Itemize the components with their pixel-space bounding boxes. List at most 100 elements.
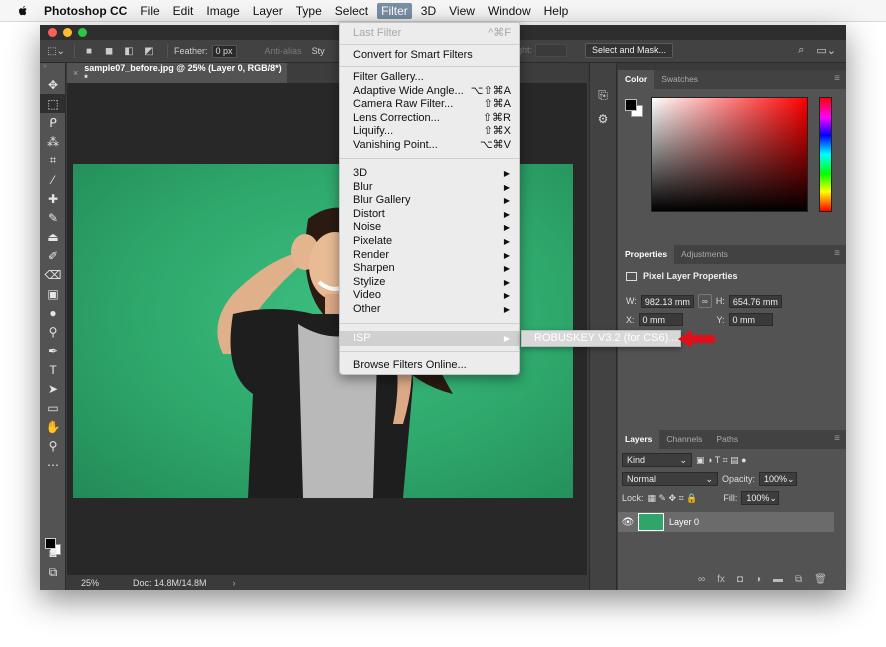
move-tool-icon[interactable]: ✥ <box>40 75 66 94</box>
adjustment-layer-icon[interactable]: ◑ <box>755 574 761 585</box>
workspace-icon[interactable]: ▭⌄ <box>816 44 836 57</box>
menu-item-stylize[interactable]: Stylize ▶ <box>340 276 519 289</box>
menu-item-liquify[interactable]: Liquify... ⇧⌘X <box>340 125 519 138</box>
lock-icons[interactable]: ▦ ✎ ✥ ⌗ 🔒 <box>648 493 698 504</box>
menu-item-video[interactable]: Video ▶ <box>340 289 519 302</box>
gradient-tool-icon[interactable]: ▣ <box>40 284 66 303</box>
intersect-selection-icon[interactable]: ◩ <box>141 44 157 58</box>
menu-view[interactable]: View <box>449 4 475 18</box>
fx-icon[interactable]: fx <box>717 574 725 585</box>
anti-alias-checkbox[interactable]: Anti-alias <box>265 46 302 56</box>
fill-field[interactable]: 100% ⌄ <box>741 491 780 505</box>
status-menu-icon[interactable]: › <box>233 578 236 588</box>
tab-color[interactable]: Color <box>618 70 655 89</box>
kind-filter-select[interactable]: Kind ⌄ <box>622 453 692 467</box>
menu-item-other[interactable]: Other ▶ <box>340 303 519 316</box>
menu-3d[interactable]: 3D <box>421 4 436 18</box>
height-input[interactable] <box>535 44 567 57</box>
menu-filter[interactable]: Filter <box>377 2 412 19</box>
new-group-icon[interactable]: ▬ <box>773 574 783 585</box>
marquee-preset-icon[interactable]: ⬚⌄ <box>47 44 65 58</box>
tab-adjustments[interactable]: Adjustments <box>674 245 735 264</box>
hue-slider[interactable] <box>819 97 832 212</box>
menu-item-render[interactable]: Render ▶ <box>340 249 519 262</box>
menu-image[interactable]: Image <box>206 4 239 18</box>
select-and-mask-button[interactable]: Select and Mask... <box>585 43 674 58</box>
panel-menu-icon[interactable]: ≡ <box>834 433 840 444</box>
screen-mode-icon[interactable]: ⧉ <box>40 563 66 582</box>
marquee-tool-icon[interactable]: ⬚ <box>40 94 66 113</box>
zoom-tool-icon[interactable]: ⚲ <box>40 436 66 455</box>
menu-item-filter-gallery[interactable]: Filter Gallery... <box>340 71 519 84</box>
blend-mode-select[interactable]: Normal ⌄ <box>622 472 718 486</box>
trash-icon[interactable]: 🗑 <box>814 574 827 585</box>
quick-mask-icon[interactable]: ◙ <box>40 543 66 562</box>
menu-item-sharpen[interactable]: Sharpen ▶ <box>340 262 519 275</box>
path-selection-icon[interactable]: ➤ <box>40 379 66 398</box>
menu-item-convert-smart-filters[interactable]: Convert for Smart Filters <box>340 49 519 62</box>
height-field[interactable]: 654.76 mm <box>728 294 782 308</box>
menu-type[interactable]: Type <box>296 4 322 18</box>
more-tools-icon[interactable]: ⋯ <box>40 455 66 474</box>
tab-paths[interactable]: Paths <box>709 430 745 449</box>
tab-properties[interactable]: Properties <box>618 245 675 264</box>
close-window-button[interactable] <box>48 28 57 37</box>
layer-row[interactable]: 👁 Layer 0 <box>618 512 834 532</box>
minimize-window-button[interactable] <box>63 28 72 37</box>
menu-help[interactable]: Help <box>544 4 569 18</box>
panel-menu-icon[interactable]: ≡ <box>834 248 840 259</box>
tab-channels[interactable]: Channels <box>659 430 709 449</box>
dodge-tool-icon[interactable]: ⚲ <box>40 322 66 341</box>
healing-tool-icon[interactable]: ✚ <box>40 189 66 208</box>
menu-item-distort[interactable]: Distort ▶ <box>340 208 519 221</box>
layer-name[interactable]: Layer 0 <box>669 517 699 527</box>
collapse-icon[interactable]: » <box>40 63 65 75</box>
filter-type-icons[interactable]: ▣ ◑ T ⌗ ▤ ● <box>696 455 747 466</box>
tab-layers[interactable]: Layers <box>618 430 660 449</box>
quick-selection-tool-icon[interactable]: ⁂ <box>40 132 66 151</box>
menu-item-browse-filters-online[interactable]: Browse Filters Online... <box>340 359 519 372</box>
visibility-eye-icon[interactable]: 👁 <box>618 517 638 528</box>
subtract-selection-icon[interactable]: ◧ <box>121 44 137 58</box>
pen-tool-icon[interactable]: ✒ <box>40 341 66 360</box>
crop-tool-icon[interactable]: ⌗ <box>40 151 66 170</box>
brush-tool-icon[interactable]: ✎ <box>40 208 66 227</box>
new-selection-icon[interactable]: ■ <box>81 44 97 58</box>
menu-item-vanishing-point[interactable]: Vanishing Point... ⌥⌘V <box>340 139 519 152</box>
add-mask-icon[interactable]: ◘ <box>737 574 743 585</box>
menu-layer[interactable]: Layer <box>253 4 283 18</box>
link-icon[interactable]: ∞ <box>697 294 712 308</box>
eraser-tool-icon[interactable]: ⌫ <box>40 265 66 284</box>
menu-item-adaptive-wide-angle[interactable]: Adaptive Wide Angle... ⌥⇧⌘A <box>340 85 519 98</box>
y-field[interactable]: 0 mm <box>728 313 773 326</box>
brush-settings-icon[interactable]: ⚙ <box>590 107 616 131</box>
menu-item-noise[interactable]: Noise ▶ <box>340 221 519 234</box>
hand-tool-icon[interactable]: ✋ <box>40 417 66 436</box>
menu-item-camera-raw-filter[interactable]: Camera Raw Filter... ⇧⌘A <box>340 98 519 111</box>
menu-app-name[interactable]: Photoshop CC <box>44 4 127 18</box>
new-layer-icon[interactable]: ⧉ <box>795 574 802 585</box>
add-selection-icon[interactable]: ◼ <box>101 44 117 58</box>
close-tab-icon[interactable]: × <box>73 68 78 78</box>
link-layers-icon[interactable]: ∞ <box>698 574 705 585</box>
zoom-level[interactable]: 25% <box>67 578 109 588</box>
rectangle-tool-icon[interactable]: ▭ <box>40 398 66 417</box>
foreground-color-chip[interactable] <box>625 99 637 111</box>
eyedropper-tool-icon[interactable]: ⁄ <box>40 170 66 189</box>
zoom-window-button[interactable] <box>78 28 87 37</box>
menu-item-3d[interactable]: 3D ▶ <box>340 167 519 180</box>
submenu-item-robuskey[interactable]: ROBUSKEY V3.2 (for CS6)... <box>534 332 677 344</box>
search-icon[interactable]: ⌕ <box>798 44 804 57</box>
menu-item-isp[interactable]: ISP ▶ <box>340 331 519 346</box>
x-field[interactable]: 0 mm <box>638 313 683 326</box>
menu-item-pixelate[interactable]: Pixelate ▶ <box>340 235 519 248</box>
menu-item-lens-correction[interactable]: Lens Correction... ⇧⌘R <box>340 112 519 125</box>
tab-swatches[interactable]: Swatches <box>654 70 705 89</box>
stamp-tool-icon[interactable]: ⏏ <box>40 227 66 246</box>
menu-edit[interactable]: Edit <box>173 4 194 18</box>
opacity-field[interactable]: 100% ⌄ <box>759 472 798 486</box>
width-field[interactable]: 982.13 mm <box>640 294 694 308</box>
feather-input[interactable]: 0 px <box>211 44 237 58</box>
document-tab[interactable]: × sample07_before.jpg @ 25% (Layer 0, RG… <box>67 63 287 83</box>
history-brush-icon[interactable]: ✐ <box>40 246 66 265</box>
